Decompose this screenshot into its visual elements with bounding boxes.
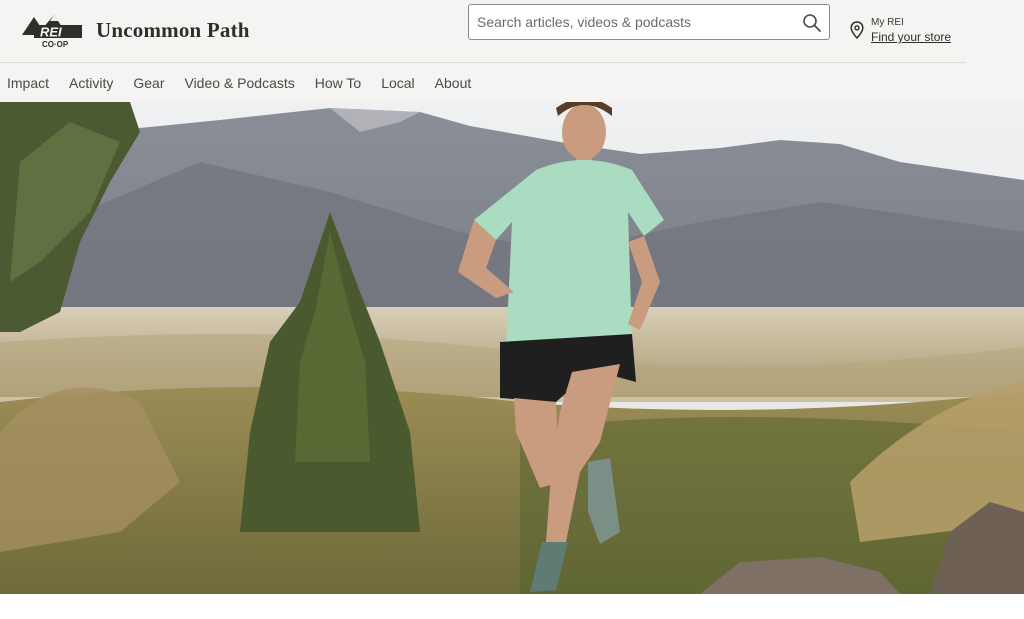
nav-item-about[interactable]: About [435,74,472,92]
main-nav: Impact Activity Gear Video & Podcasts Ho… [0,74,484,92]
search-input[interactable] [469,5,797,39]
nav-item-activity[interactable]: Activity [69,74,113,92]
find-store-link[interactable]: Find your store [871,29,951,45]
hero-image [0,102,1024,594]
nav-item-gear[interactable]: Gear [133,74,164,92]
nav-item-local[interactable]: Local [381,74,414,92]
store-finder[interactable]: My REI Find your store [850,17,951,45]
header-divider [0,62,966,63]
logo-link[interactable]: REI CO·OP Uncommon Path [20,11,250,49]
rei-coop-logo: REI CO·OP [22,15,82,49]
site-header: REI CO·OP Uncommon Path My REI Find your… [0,0,1024,102]
search-button[interactable] [801,12,823,34]
nav-item-impact[interactable]: Impact [7,74,49,92]
my-rei-label: My REI [871,17,904,28]
trail-runner-photo [0,102,1024,594]
site-title: Uncommon Path [96,17,250,42]
page-body [0,594,1024,619]
nav-item-how-to[interactable]: How To [315,74,361,92]
search-box [468,4,830,40]
location-pin-icon [850,21,864,39]
nav-item-video-podcasts[interactable]: Video & Podcasts [184,74,294,92]
search-icon [803,14,821,32]
svg-text:REI: REI [40,25,62,40]
svg-text:CO·OP: CO·OP [42,40,69,49]
